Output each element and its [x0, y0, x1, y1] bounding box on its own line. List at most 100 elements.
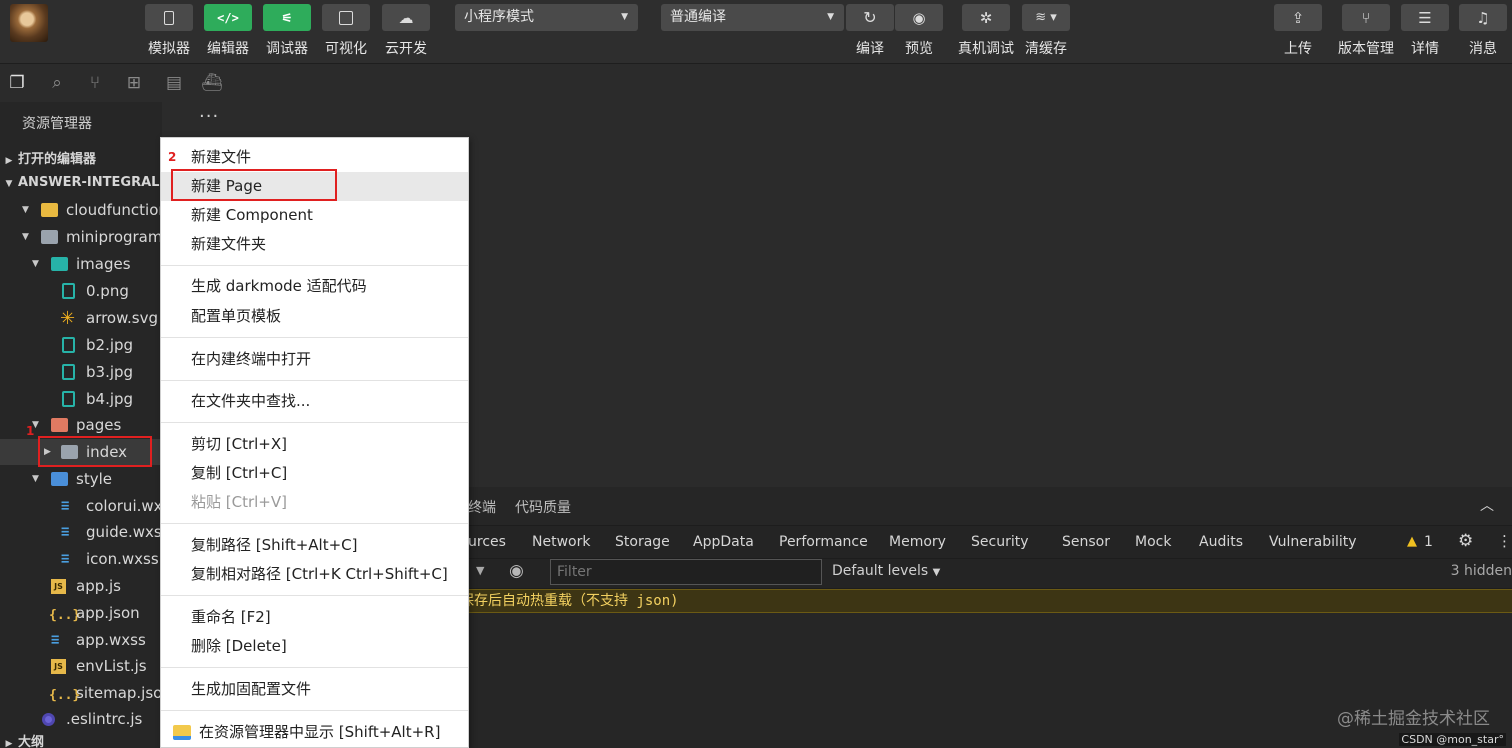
tree-item-images[interactable]: ▼ images: [0, 251, 162, 277]
tab-vulnerability[interactable]: Vulnerability: [1269, 534, 1357, 550]
gear-icon[interactable]: ⚙: [1458, 531, 1473, 551]
kebab-menu-icon[interactable]: ⋮: [1497, 532, 1512, 550]
tab-network[interactable]: Network: [532, 534, 590, 550]
tree-item-guidewxss[interactable]: ≡ guide.wxss: [0, 519, 162, 545]
tab-sensor[interactable]: Sensor: [1062, 534, 1110, 550]
debugger-button[interactable]: ⚟ 调试器: [263, 4, 311, 58]
activity-bar: ❐ ⌕ ⑂ ⊞ ▤ ⛴: [0, 64, 246, 102]
docker-icon[interactable]: ⛴: [201, 72, 223, 94]
tree-item-label: b4.jpg: [86, 390, 134, 408]
tab-mock[interactable]: Mock: [1135, 534, 1171, 550]
tab-sources[interactable]: urces: [468, 534, 506, 550]
tree-item-cloudfunction[interactable]: ▼ cloudfunction: [0, 197, 162, 223]
source-control-icon[interactable]: ⑂: [84, 72, 106, 94]
menu-item-copy-relative-path[interactable]: 复制相对路径 [Ctrl+K Ctrl+Shift+C]: [161, 560, 468, 589]
sliders-icon: ⚟: [281, 10, 293, 25]
menu-item-reveal-in-explorer[interactable]: 在资源管理器中显示 [Shift+Alt+R]: [161, 718, 468, 747]
tree-item-label: b2.jpg: [86, 336, 134, 354]
tree-item-eslintrc[interactable]: .eslintrc.js: [0, 706, 162, 732]
tree-item-miniprogram[interactable]: ▼ miniprogram: [0, 224, 162, 250]
tree-item-label: .eslintrc.js: [66, 710, 143, 728]
tree-item-b2jpg[interactable]: b2.jpg: [0, 332, 162, 358]
compile-button[interactable]: ↻ 编译: [846, 4, 894, 58]
menu-item-page-template[interactable]: 配置单页模板: [161, 302, 468, 331]
menu-item-new-file[interactable]: 新建文件: [161, 143, 468, 172]
tab-appdata[interactable]: AppData: [693, 534, 754, 550]
menu-item-open-terminal[interactable]: 在内建终端中打开: [161, 345, 468, 374]
folder-icon: [41, 203, 58, 217]
tab-audits[interactable]: Audits: [1199, 534, 1243, 550]
tab-memory[interactable]: Memory: [889, 534, 946, 550]
user-avatar[interactable]: [10, 4, 48, 42]
tree-item-b4jpg[interactable]: b4.jpg: [0, 386, 162, 412]
menu-item-hardening-config[interactable]: 生成加固配置文件: [161, 675, 468, 704]
tree-item-appjs[interactable]: JS app.js: [0, 573, 162, 599]
caret-right-icon: ▶: [5, 156, 13, 166]
tree-item-appwxss[interactable]: ≡ app.wxss: [0, 627, 162, 653]
extensions-icon[interactable]: ⊞: [123, 72, 145, 94]
menu-item-copy-path[interactable]: 复制路径 [Shift+Alt+C]: [161, 531, 468, 560]
eslint-file-icon: [42, 713, 55, 726]
image-file-icon: [62, 391, 75, 407]
log-levels-select[interactable]: Default levels ▼: [832, 563, 940, 579]
menu-icon: ☰: [1418, 8, 1432, 27]
dropdown-arrow-icon[interactable]: ▼: [476, 564, 484, 577]
search-icon[interactable]: ⌕: [46, 72, 68, 94]
files-icon[interactable]: ❐: [6, 72, 28, 94]
tree-item-coloruiwxss[interactable]: ≡ colorui.wxs: [0, 493, 162, 519]
more-actions-icon[interactable]: ···: [199, 106, 219, 127]
menu-item-cut[interactable]: 剪切 [Ctrl+X]: [161, 430, 468, 459]
mode-select[interactable]: 小程序模式 ▼: [455, 4, 638, 31]
tab-code-quality[interactable]: 代码质量: [515, 497, 571, 517]
tree-item-label: arrow.svg: [86, 309, 158, 327]
clear-cache-button[interactable]: ≋ ▾ 清缓存: [1022, 4, 1070, 58]
chevron-up-icon[interactable]: ︿: [1480, 495, 1494, 515]
eye-icon[interactable]: ◉: [509, 561, 524, 581]
console-filter-input[interactable]: [550, 559, 822, 585]
hidden-count: 3 hidden: [1450, 563, 1512, 579]
warning-icon[interactable]: ▲: [1407, 534, 1417, 549]
tree-item-b3jpg[interactable]: b3.jpg: [0, 359, 162, 385]
tree-item-pages[interactable]: ▼ pages: [0, 412, 162, 438]
menu-item-darkmode[interactable]: 生成 darkmode 适配代码: [161, 272, 468, 301]
caret-right-icon: ▶: [5, 739, 13, 748]
menu-item-copy[interactable]: 复制 [Ctrl+C]: [161, 459, 468, 488]
code-icon: </>: [217, 10, 239, 25]
bell-icon: ♫: [1476, 8, 1490, 27]
storage-icon[interactable]: ▤: [163, 72, 185, 94]
details-button[interactable]: ☰ 详情: [1401, 4, 1449, 58]
menu-item-delete[interactable]: 删除 [Delete]: [161, 632, 468, 661]
simulator-button[interactable]: 模拟器: [145, 4, 193, 58]
compile-select[interactable]: 普通编译 ▼: [661, 4, 844, 31]
remote-debug-button[interactable]: ✲ 真机调试: [958, 4, 1014, 58]
open-editors-section[interactable]: ▶ 打开的编辑器: [0, 148, 96, 167]
messages-button[interactable]: ♫ 消息: [1459, 4, 1507, 58]
project-section[interactable]: ▼ ANSWER-INTEGRAL-C: [0, 175, 162, 190]
tree-item-style[interactable]: ▼ style: [0, 466, 162, 492]
tab-storage[interactable]: Storage: [615, 534, 670, 550]
tree-item-sitemapjson[interactable]: {..} sitemap.json: [0, 680, 162, 706]
visual-button[interactable]: 可视化: [322, 4, 370, 58]
tab-terminal[interactable]: 终端: [468, 497, 496, 517]
tree-item-envlistjs[interactable]: JS envList.js: [0, 653, 162, 679]
cloud-button[interactable]: ☁ 云开发: [382, 4, 430, 58]
menu-item-find-in-folder[interactable]: 在文件夹中查找...: [161, 387, 468, 416]
tree-item-0png[interactable]: 0.png: [0, 278, 162, 304]
menu-item-rename[interactable]: 重命名 [F2]: [161, 603, 468, 632]
compile-select-value: 普通编译: [670, 9, 726, 25]
tree-item-appjson[interactable]: {..} app.json: [0, 600, 162, 626]
explorer-header: 资源管理器 ···: [0, 102, 246, 138]
tab-security[interactable]: Security: [971, 534, 1029, 550]
outline-section[interactable]: ▶ 大纲: [0, 730, 162, 748]
preview-button[interactable]: ◉ 预览: [895, 4, 943, 58]
tab-performance[interactable]: Performance: [779, 534, 868, 550]
menu-item-new-folder[interactable]: 新建文件夹: [161, 230, 468, 259]
upload-button[interactable]: ⇪ 上传: [1274, 4, 1322, 58]
tree-item-iconwxss[interactable]: ≡ icon.wxss: [0, 546, 162, 572]
tree-item-arrowsvg[interactable]: ✳ arrow.svg: [0, 305, 162, 331]
menu-item-new-component[interactable]: 新建 Component: [161, 201, 468, 230]
tree-item-label: app.wxss: [76, 631, 146, 649]
editor-button[interactable]: </> 编辑器: [204, 4, 252, 58]
version-button[interactable]: ⑂ 版本管理: [1338, 4, 1394, 58]
simulator-label: 模拟器: [148, 41, 190, 57]
